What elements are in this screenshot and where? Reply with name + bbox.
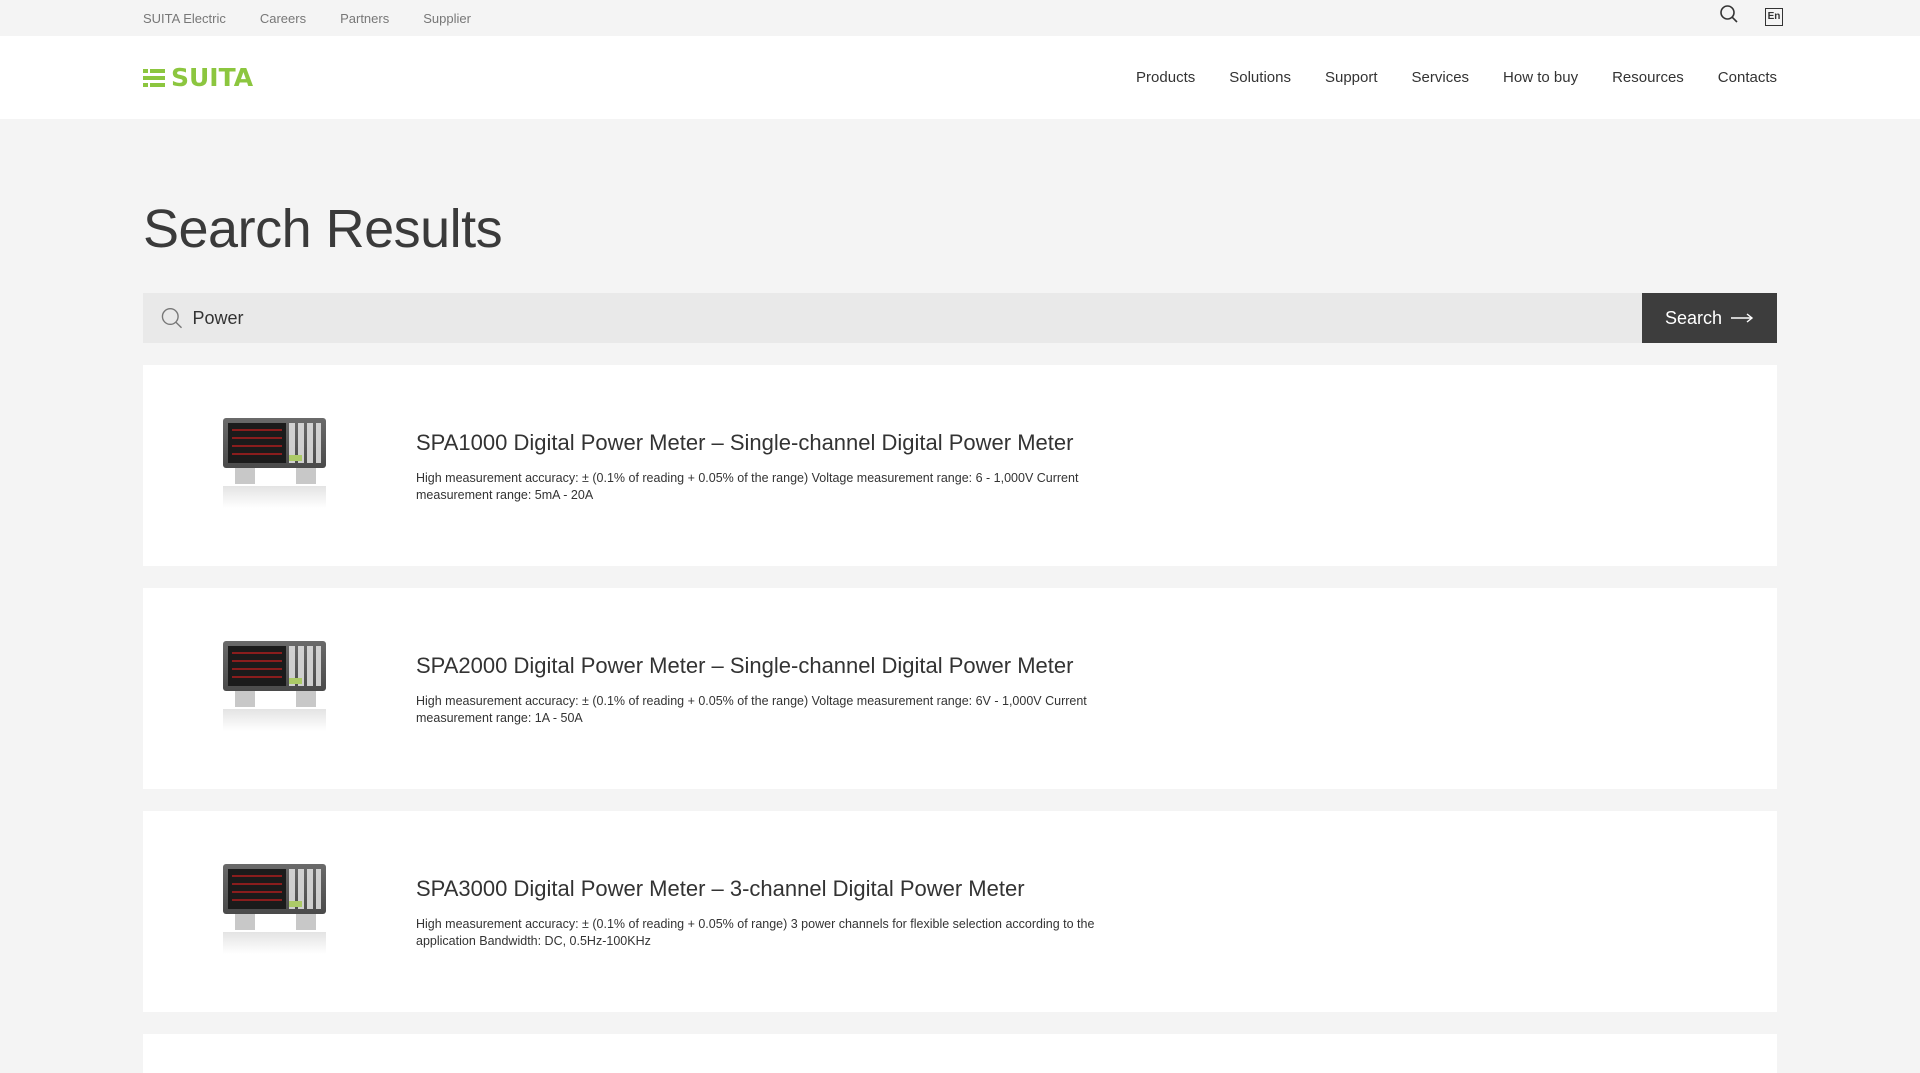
nav-contacts[interactable]: Contacts [1718, 69, 1777, 86]
search-bar: Search [143, 293, 1777, 343]
utility-link-supplier[interactable]: Supplier [423, 11, 471, 26]
nav-products[interactable]: Products [1136, 69, 1195, 86]
suita-logo[interactable]: SUITA [143, 63, 253, 92]
result-description: High measurement accuracy: ± (0.1% of re… [416, 693, 1087, 725]
product-image[interactable] [223, 864, 328, 959]
search-input[interactable] [192, 307, 1642, 329]
result-card[interactable]: SPA1000 Digital Power Meter – Single-cha… [143, 365, 1777, 566]
language-icon[interactable]: En [1765, 7, 1783, 26]
main-nav: Products Solutions Support Services How … [1136, 69, 1777, 86]
nav-how-to-buy[interactable]: How to buy [1503, 69, 1578, 86]
product-image[interactable] [223, 418, 328, 513]
nav-solutions[interactable]: Solutions [1229, 69, 1291, 86]
result-info: SPA2000 Digital Power Meter – Single-cha… [416, 651, 1096, 727]
search-icon[interactable] [1719, 4, 1739, 29]
result-card[interactable]: SPA3000 Digital Power Meter – 3-channel … [143, 811, 1777, 1012]
arrow-right-icon [1731, 313, 1754, 323]
search-icon [161, 308, 182, 329]
search-button[interactable]: Search [1642, 293, 1777, 343]
search-button-label: Search [1664, 307, 1723, 328]
utility-link-partners[interactable]: Partners [340, 11, 389, 26]
utility-links: SUITA Electric Careers Partners Supplier [143, 11, 471, 26]
product-image[interactable] [223, 641, 328, 736]
search-field[interactable] [143, 293, 1642, 343]
top-utility-bar: SUITA Electric Careers Partners Supplier… [0, 0, 1920, 36]
result-title[interactable]: SPA3000 Digital Power Meter – 3-channel … [416, 874, 1096, 903]
nav-support[interactable]: Support [1325, 69, 1378, 86]
utility-link-suita-electric[interactable]: SUITA Electric [143, 11, 226, 26]
result-card[interactable]: SPA2000 Digital Power Meter – Single-cha… [143, 588, 1777, 789]
result-title[interactable]: SPA2000 Digital Power Meter – Single-cha… [416, 651, 1096, 680]
nav-services[interactable]: Services [1412, 69, 1470, 86]
result-description: High measurement accuracy: ± (0.1% of re… [416, 916, 1095, 948]
nav-resources[interactable]: Resources [1612, 69, 1684, 86]
logo-mark-icon [143, 68, 165, 87]
page-title: Search Results [143, 199, 503, 259]
logo-text: SUITA [171, 63, 254, 92]
result-info: SPA3000 Digital Power Meter – 3-channel … [416, 874, 1096, 950]
main-content: Search Results Search SPA1000 D [0, 197, 1920, 1073]
utility-link-careers[interactable]: Careers [260, 11, 306, 26]
result-card-partial[interactable] [143, 1034, 1777, 1073]
search-results-list: SPA1000 Digital Power Meter – Single-cha… [143, 365, 1777, 1073]
result-info: SPA1000 Digital Power Meter – Single-cha… [416, 428, 1096, 504]
site-header: SUITA Products Solutions Support Service… [0, 36, 1920, 119]
result-description: High measurement accuracy: ± (0.1% of re… [416, 470, 1079, 502]
result-title[interactable]: SPA1000 Digital Power Meter – Single-cha… [416, 428, 1096, 457]
utility-tools: En [1719, 4, 1783, 29]
